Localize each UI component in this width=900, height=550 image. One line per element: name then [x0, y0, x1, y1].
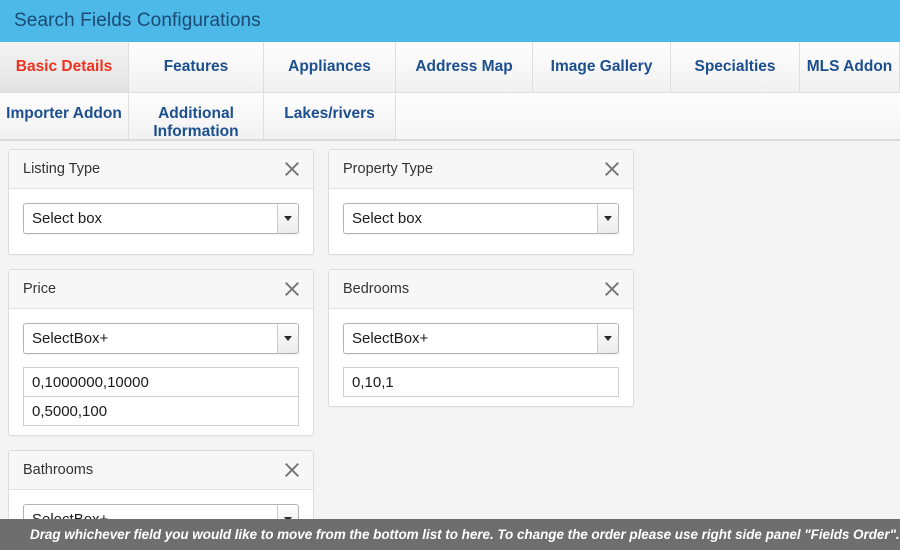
field-type-select[interactable]: Select boxSelectBox+TextCheckbox — [343, 323, 619, 354]
field-panel-header[interactable]: Bathrooms — [9, 451, 313, 490]
tab-additional-information[interactable]: Additional Information — [129, 93, 264, 140]
field-panel-header[interactable]: Listing Type — [9, 150, 313, 189]
tab-label: Features — [164, 58, 229, 76]
close-x-icon[interactable] — [602, 159, 622, 179]
close-x-icon[interactable] — [602, 279, 622, 299]
field-panel-title: Price — [23, 282, 56, 297]
field-panel-listing-type[interactable]: Listing Type Select boxSelectBox+TextChec… — [8, 149, 314, 255]
tab-label: Specialties — [695, 58, 776, 76]
tab-row-primary: Basic Details Features Appliances Address M… — [0, 42, 900, 93]
field-range-input-1[interactable] — [343, 367, 619, 397]
status-bar: Drag whichever field you would like to m… — [0, 519, 900, 550]
window-titlebar: Search Fields Configurations — [0, 0, 900, 42]
tab-lakes-rivers[interactable]: Lakes/rivers — [264, 93, 396, 140]
field-type-select[interactable]: Select boxSelectBox+TextCheckbox — [343, 203, 619, 234]
field-type-select-wrapper: Select boxSelectBox+TextCheckbox — [23, 203, 299, 234]
tab-label: Image Gallery — [551, 58, 653, 76]
field-range-input-1[interactable] — [23, 367, 299, 397]
tab-row-filler — [396, 93, 900, 140]
field-panel-price[interactable]: Price Select boxSelectBox+TextCheckbox — [8, 269, 314, 436]
tab-bar: Basic Details Features Appliances Address M… — [0, 42, 900, 141]
field-panel-header[interactable]: Property Type — [329, 150, 633, 189]
field-panel-header[interactable]: Price — [9, 270, 313, 309]
field-type-select[interactable]: Select boxSelectBox+TextCheckbox — [23, 323, 299, 354]
status-bar-text: Drag whichever field you would like to m… — [30, 527, 900, 542]
field-panel-property-type[interactable]: Property Type Select boxSelectBox+TextChe… — [328, 149, 634, 255]
field-type-select-wrapper: Select boxSelectBox+TextCheckbox — [343, 323, 619, 354]
tab-image-gallery[interactable]: Image Gallery — [533, 42, 671, 93]
search-fields-configurations-window: Search Fields Configurations Basic Detai… — [0, 0, 900, 550]
field-panel-title: Bedrooms — [343, 282, 409, 297]
field-range-input-2[interactable] — [23, 396, 299, 426]
tab-label: Basic Details — [16, 58, 113, 76]
tab-label: Lakes/rivers — [284, 105, 375, 123]
close-x-icon[interactable] — [282, 279, 302, 299]
tab-label: Appliances — [288, 58, 371, 76]
tab-label: MLS Addon — [807, 58, 893, 76]
page-title: Search Fields Configurations — [14, 0, 261, 42]
field-panel-body: Select boxSelectBox+TextCheckbox — [9, 189, 313, 250]
field-panel-body: Select boxSelectBox+TextCheckbox — [329, 309, 633, 413]
field-panel-body: Select boxSelectBox+TextCheckbox — [329, 189, 633, 250]
field-panel-bedrooms[interactable]: Bedrooms Select boxSelectBox+TextCheckbox — [328, 269, 634, 407]
tab-label: Additional Information — [135, 105, 257, 141]
tab-label: Importer Addon — [6, 105, 122, 123]
close-x-icon[interactable] — [282, 159, 302, 179]
tab-address-map[interactable]: Address Map — [396, 42, 533, 93]
field-panel-title: Bathrooms — [23, 463, 93, 478]
close-x-icon[interactable] — [282, 460, 302, 480]
tab-specialties[interactable]: Specialties — [671, 42, 800, 93]
tab-basic-details[interactable]: Basic Details — [0, 42, 129, 93]
field-type-select-wrapper: Select boxSelectBox+TextCheckbox — [23, 323, 299, 354]
field-panel-title: Listing Type — [23, 162, 100, 177]
fields-drop-canvas[interactable]: Listing Type Select boxSelectBox+TextChec… — [0, 141, 900, 550]
field-type-select[interactable]: Select boxSelectBox+TextCheckbox — [23, 203, 299, 234]
field-panel-body: Select boxSelectBox+TextCheckbox — [9, 309, 313, 442]
tab-label: Address Map — [415, 58, 512, 76]
tab-appliances[interactable]: Appliances — [264, 42, 396, 93]
field-panel-title: Property Type — [343, 162, 433, 177]
field-panel-header[interactable]: Bedrooms — [329, 270, 633, 309]
field-type-select-wrapper: Select boxSelectBox+TextCheckbox — [343, 203, 619, 234]
tab-features[interactable]: Features — [129, 42, 264, 93]
tab-mls-addon[interactable]: MLS Addon — [800, 42, 900, 93]
tab-importer-addon[interactable]: Importer Addon — [0, 93, 129, 140]
tab-row-secondary: Importer Addon Additional Information Lake… — [0, 93, 900, 140]
